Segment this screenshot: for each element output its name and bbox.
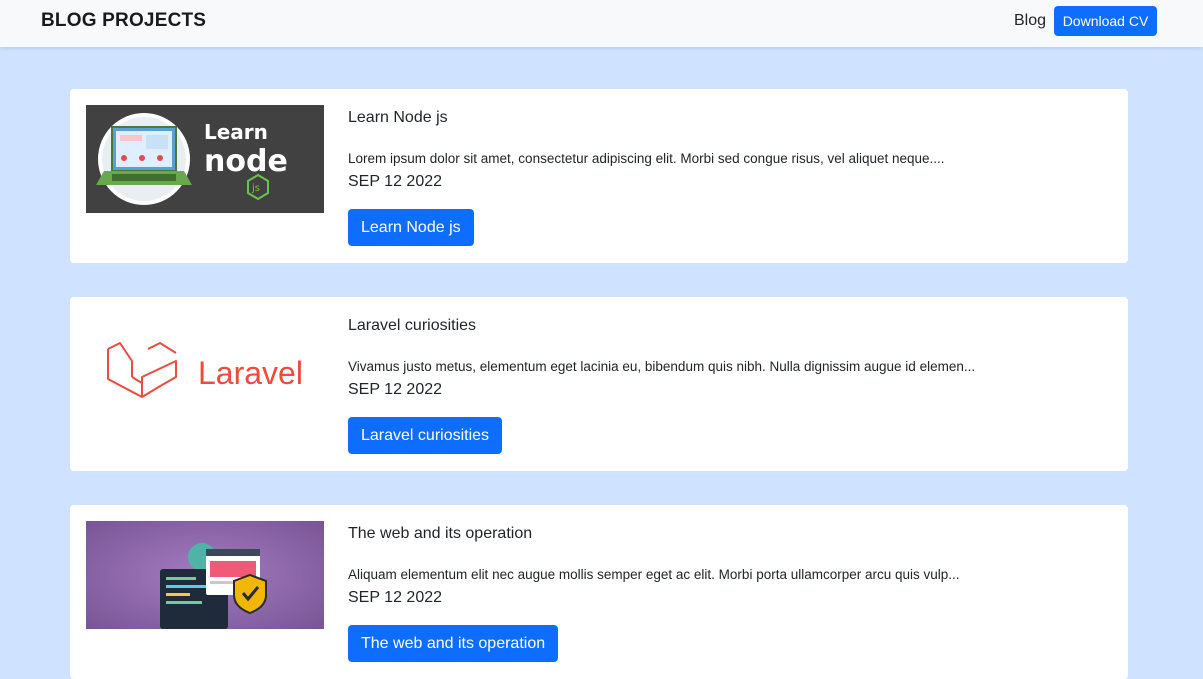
download-cv-button[interactable]: Download CV — [1054, 6, 1157, 36]
shield-icon — [233, 573, 267, 615]
laravel-logo-text: Laravel — [198, 355, 303, 391]
post-excerpt: Vivamus justo metus, elementum eget laci… — [348, 359, 976, 374]
post-date: SEP 12 2022 — [348, 381, 443, 398]
read-post-button[interactable]: Learn Node js — [348, 209, 474, 246]
nav-link-blog[interactable]: Blog — [1014, 12, 1046, 30]
blog-card: The web and its operation Aliquam elemen… — [70, 505, 1128, 679]
web-thumbnail-image — [86, 521, 324, 629]
post-title: Laravel curiosities — [348, 317, 477, 334]
post-title: The web and its operation — [348, 525, 533, 542]
navbar: BLOG PROJECTS Blog Download CV — [0, 0, 1203, 47]
node-thumbnail-image: Learn node js — [86, 105, 324, 213]
post-excerpt: Lorem ipsum dolor sit amet, consectetur … — [348, 151, 945, 166]
post-title: Learn Node js — [348, 109, 448, 126]
node-logo-text: node — [204, 144, 288, 179]
brand-logo-text[interactable]: BLOG PROJECTS — [41, 10, 206, 32]
read-post-button[interactable]: The web and its operation — [348, 625, 559, 662]
post-excerpt: Aliquam elementum elit nec augue mollis … — [348, 567, 960, 582]
post-date: SEP 12 2022 — [348, 173, 443, 190]
blog-card: Laravel Laravel curiosities Vivamus just… — [70, 297, 1128, 471]
node-learn-text: Learn — [204, 120, 268, 144]
post-date: SEP 12 2022 — [348, 589, 443, 606]
node-js-text: js — [251, 183, 260, 194]
read-post-button[interactable]: Laravel curiosities — [348, 417, 503, 454]
blog-card: Learn node js Learn Node js Lorem ipsum … — [70, 89, 1128, 263]
laravel-thumbnail-image: Laravel — [86, 313, 324, 421]
